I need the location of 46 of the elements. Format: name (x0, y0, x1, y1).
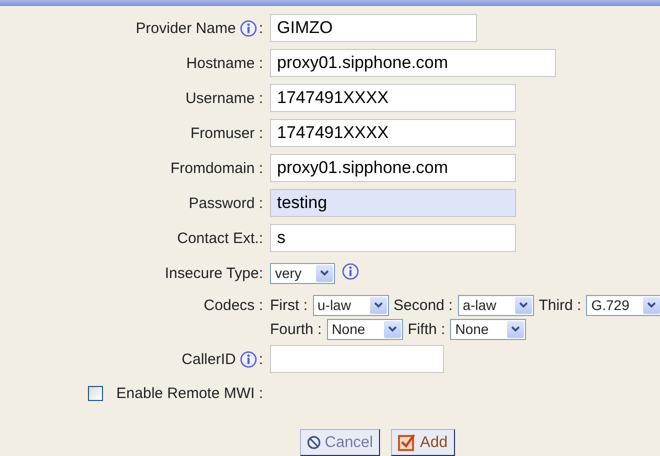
prohibited-icon (307, 434, 321, 451)
field-label: Insecure Type: (164, 264, 263, 282)
codec-label: Second : (394, 296, 453, 314)
field-label: CallerID (182, 350, 236, 368)
field-label: Contact Ext.: (177, 230, 263, 246)
text-input[interactable]: proxy01.sipphone.com (270, 49, 556, 77)
select-dropdown[interactable]: very (270, 262, 335, 284)
codec-label: Third : (538, 296, 582, 314)
info-icon[interactable] (240, 350, 257, 368)
text-input[interactable]: s (270, 224, 516, 252)
select-dropdown[interactable]: None (450, 318, 526, 340)
text-input[interactable]: 1747491XXXX (270, 119, 516, 147)
field-label: Hostname : (186, 54, 263, 72)
field-label: Fromuser : (190, 124, 263, 142)
caret-icon (388, 326, 397, 332)
text-input[interactable] (270, 345, 444, 373)
field-label: Fromdomain : (170, 160, 263, 176)
info-icon[interactable] (240, 20, 257, 36)
select-dropdown[interactable]: G.729 (586, 294, 660, 316)
select-dropdown[interactable]: u-law (312, 294, 388, 316)
add-button[interactable]: Add (391, 429, 455, 456)
checkbox[interactable] (88, 386, 103, 400)
text-input[interactable]: GIMZO (270, 14, 477, 42)
field-label: Password : (188, 194, 263, 212)
colon-text: : (258, 20, 263, 36)
caret-icon (374, 302, 382, 308)
cancel-button[interactable]: Cancel (300, 429, 380, 456)
text-input[interactable]: 1747491XXXX (270, 84, 516, 112)
checkbox-icon (398, 434, 416, 451)
codec-label: Fourth : (270, 320, 322, 338)
colon-text: : (258, 350, 263, 368)
caret-icon (518, 302, 528, 308)
info-icon[interactable] (342, 262, 359, 280)
caret-icon (320, 270, 329, 276)
text-input[interactable]: testing (270, 189, 516, 217)
field-label: Codecs : (204, 296, 263, 314)
field-label: Enable Remote MWI : (116, 384, 263, 402)
codec-label: Fifth : (408, 320, 446, 338)
field-label: Provider Name (136, 20, 236, 36)
caret-icon (647, 302, 656, 308)
select-dropdown[interactable]: a-law (458, 294, 534, 316)
select-dropdown[interactable]: None (326, 318, 403, 340)
field-label: Username : (185, 90, 263, 106)
codec-label: First : (270, 296, 308, 314)
text-input[interactable]: proxy01.sipphone.com (270, 154, 516, 182)
caret-icon (511, 326, 520, 332)
